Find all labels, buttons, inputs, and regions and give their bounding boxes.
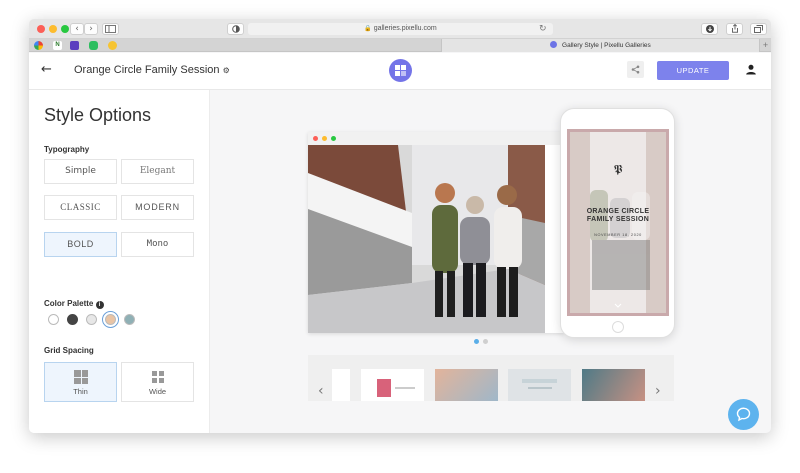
- bookmark-n-icon[interactable]: N: [53, 41, 62, 50]
- mobile-cover[interactable]: 𝕻 ORANGE CIRCLE FAMILY SESSION NOVEMBER …: [567, 129, 669, 316]
- thumbnail-1[interactable]: [361, 369, 424, 401]
- cover-photo[interactable]: [308, 145, 545, 333]
- typography-modern[interactable]: MODERN: [121, 195, 194, 220]
- info-icon[interactable]: i: [95, 301, 104, 309]
- typography-label: Typography: [44, 145, 90, 154]
- color-palette-label: Color Palette i: [44, 299, 104, 309]
- user-icon[interactable]: [744, 63, 758, 77]
- desktop-preview: [308, 132, 564, 333]
- color-swatch-teal[interactable]: [124, 314, 135, 325]
- chat-bubble-icon: [736, 407, 751, 422]
- color-swatch-dark[interactable]: [67, 314, 78, 325]
- mobile-cover-date: NOVEMBER 18, 2020: [594, 233, 642, 237]
- gallery-title-text: Orange Circle Family Session: [74, 64, 220, 76]
- share-browser-icon[interactable]: [726, 23, 743, 35]
- back-arrow-icon[interactable]: ←: [41, 62, 52, 77]
- mobile-monogram: 𝕻: [613, 162, 623, 176]
- bookmarks-bar: N Gallery Style | Pixellu Galleries +: [29, 39, 771, 52]
- thumbnail-3-subtext: [528, 387, 552, 389]
- style-options-panel: Style Options Typography Simple Elegant …: [29, 90, 210, 433]
- sidebar-toggle-icon[interactable]: [102, 23, 119, 35]
- color-swatch-light-gray[interactable]: [86, 314, 97, 325]
- color-swatch-peach[interactable]: [105, 314, 116, 325]
- thumbnail-1-text: [395, 387, 415, 389]
- pixellu-logo-icon: [395, 65, 406, 76]
- app-header: ← Orange Circle Family Session ⚙ UPDATE: [29, 53, 771, 90]
- address-url: galleries.pixellu.com: [373, 25, 437, 32]
- typography-elegant[interactable]: Elegant: [121, 159, 194, 184]
- color-palette-label-text: Color Palette: [44, 299, 94, 308]
- grid-wide-icon: [151, 370, 165, 384]
- phone-home-button: [612, 321, 624, 333]
- browser-forward-button[interactable]: ›: [84, 23, 98, 35]
- thumbnail-1-photo: [377, 379, 391, 397]
- thumbnail-4[interactable]: [582, 369, 645, 401]
- preview-dot-yellow: [322, 136, 327, 141]
- bookmark-pinwheel-icon[interactable]: [34, 41, 43, 50]
- downloads-icon[interactable]: [701, 23, 718, 35]
- browser-tab-active[interactable]: Gallery Style | Pixellu Galleries: [441, 39, 760, 52]
- grid-spacing-wide-label: Wide: [148, 387, 167, 396]
- thumbnail-partial[interactable]: [332, 369, 350, 401]
- scroll-chevron-icon[interactable]: [614, 296, 622, 308]
- new-tab-button[interactable]: +: [760, 39, 771, 52]
- gear-icon[interactable]: ⚙: [223, 66, 230, 75]
- browser-titlebar: ‹ › 🔒 galleries.pixellu.com ↻: [29, 19, 771, 39]
- browser-back-button[interactable]: ‹: [70, 23, 84, 35]
- bookmark-smiley-icon[interactable]: [108, 41, 117, 50]
- preview-dot-green: [331, 136, 336, 141]
- browser-window: ‹ › 🔒 galleries.pixellu.com ↻ N Gallery …: [29, 19, 771, 433]
- reload-icon[interactable]: ↻: [539, 23, 547, 35]
- typography-classic[interactable]: CLASSIC: [44, 195, 117, 220]
- layout-thumbnails: ‹ ›: [308, 355, 674, 401]
- thumbnail-3-text: [522, 379, 557, 383]
- close-window-button[interactable]: [37, 25, 45, 33]
- pixellu-tab-icon: [550, 41, 558, 48]
- pixellu-logo[interactable]: [389, 59, 412, 82]
- bookmark-evernote-icon[interactable]: [89, 41, 98, 50]
- desktop-preview-bar: [308, 132, 564, 145]
- privacy-shield-icon[interactable]: [227, 23, 244, 35]
- address-bar[interactable]: 🔒 galleries.pixellu.com: [248, 23, 553, 35]
- zoom-window-button[interactable]: [61, 25, 69, 33]
- preview-dot-inactive[interactable]: [483, 339, 488, 344]
- grid-spacing-thin[interactable]: Thin: [44, 362, 117, 402]
- preview-dot-active[interactable]: [474, 339, 479, 344]
- panel-title: Style Options: [44, 105, 152, 125]
- typography-mono[interactable]: Mono: [121, 232, 194, 257]
- update-button[interactable]: UPDATE: [657, 61, 729, 80]
- mobile-cover-title: ORANGE CIRCLE FAMILY SESSION: [586, 208, 650, 223]
- minimize-window-button[interactable]: [49, 25, 57, 33]
- tabs-overview-icon[interactable]: [750, 23, 767, 35]
- tab-title: Gallery Style | Pixellu Galleries: [562, 42, 651, 49]
- grid-spacing-label: Grid Spacing: [44, 346, 94, 355]
- bookmark-purple-icon[interactable]: [70, 41, 79, 50]
- chevron-left-icon[interactable]: ‹: [318, 383, 324, 399]
- typography-simple[interactable]: Simple: [44, 159, 117, 184]
- thumbnail-2[interactable]: [435, 369, 498, 401]
- chevron-right-icon[interactable]: ›: [655, 383, 661, 399]
- lock-icon: 🔒: [364, 26, 372, 32]
- grid-thin-icon: [74, 370, 88, 384]
- preview-dot-red: [313, 136, 318, 141]
- thumbnail-3[interactable]: [508, 369, 571, 401]
- share-icon[interactable]: [627, 61, 644, 78]
- gallery-title[interactable]: Orange Circle Family Session ⚙: [74, 64, 230, 76]
- grid-spacing-wide[interactable]: Wide: [121, 362, 194, 402]
- color-swatch-white[interactable]: [48, 314, 59, 325]
- chat-support-button[interactable]: [728, 399, 759, 430]
- grid-spacing-thin-label: Thin: [73, 387, 88, 396]
- typography-bold[interactable]: BOLD: [44, 232, 117, 257]
- mobile-preview: 𝕻 ORANGE CIRCLE FAMILY SESSION NOVEMBER …: [560, 108, 675, 338]
